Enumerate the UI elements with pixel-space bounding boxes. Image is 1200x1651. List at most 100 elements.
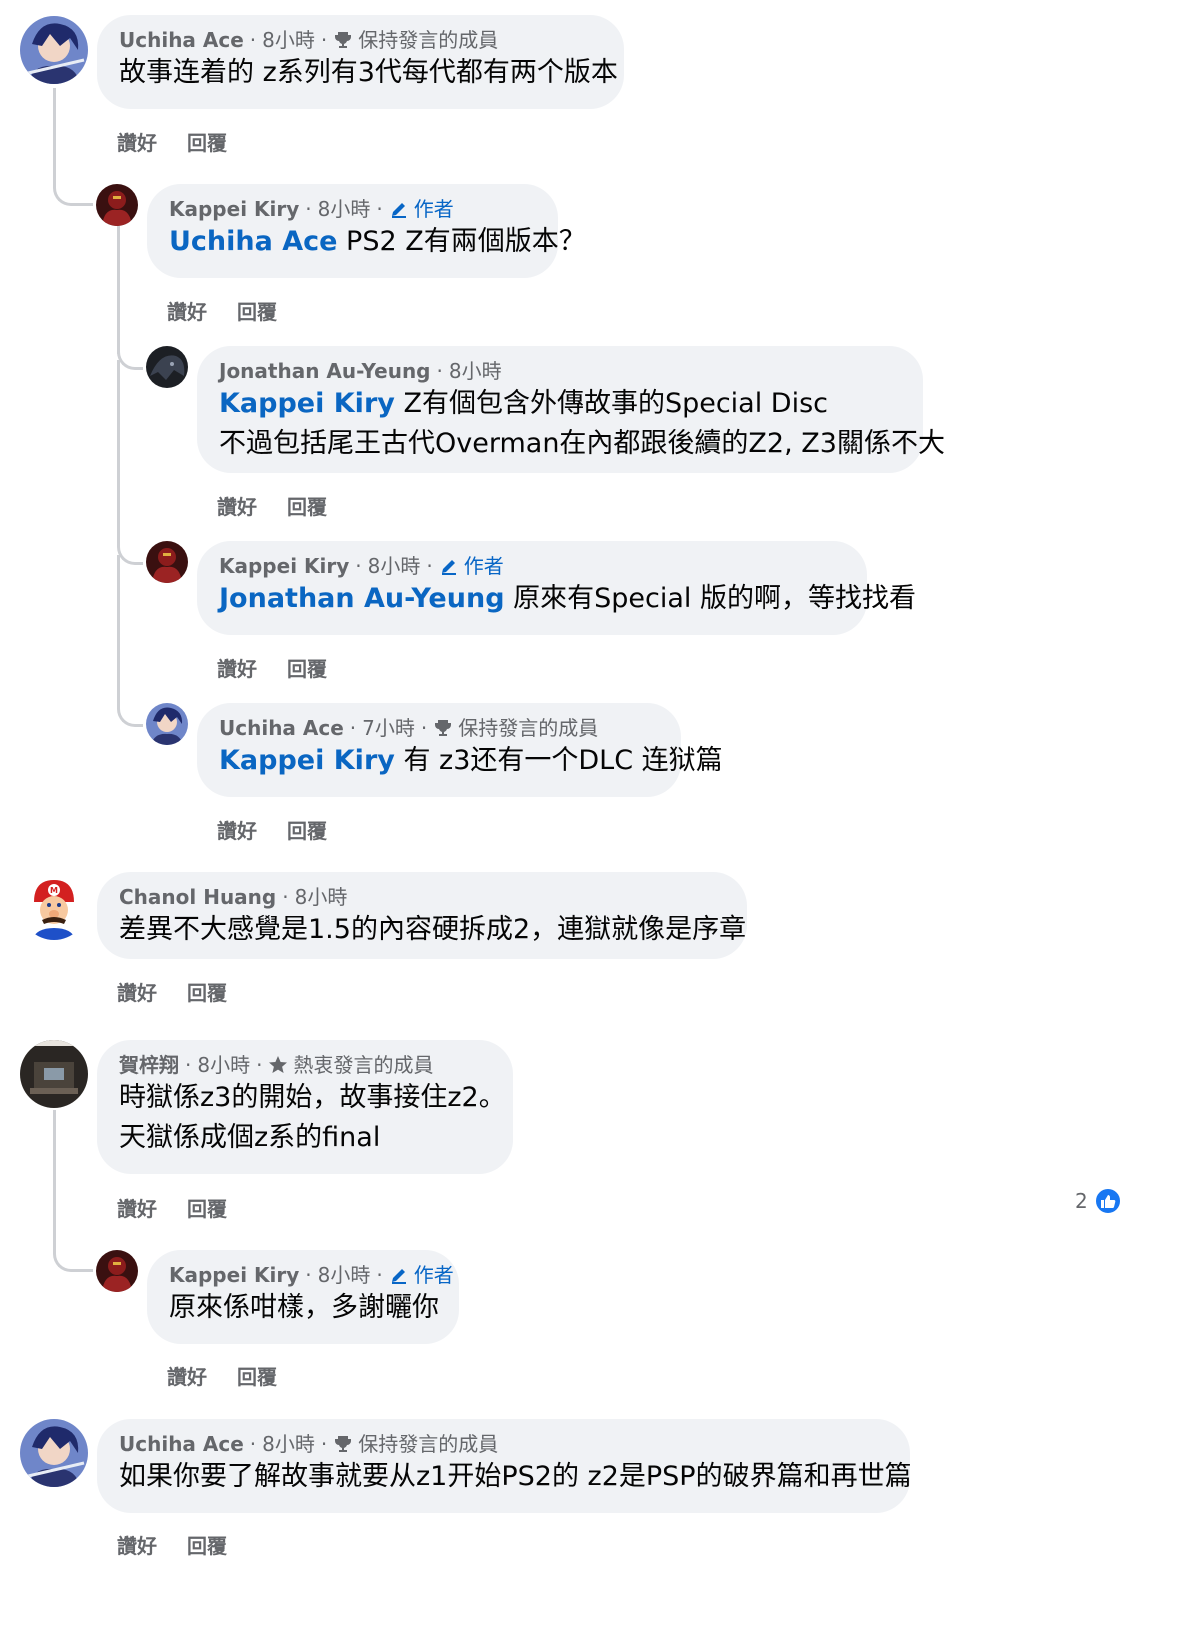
author-name[interactable]: Uchiha Ace bbox=[219, 715, 344, 741]
armored-knight-avatar-icon bbox=[146, 541, 188, 583]
comment-text-line2: 天獄係成個z系的final bbox=[119, 1122, 381, 1153]
comment-actions: 讚好 回覆 bbox=[217, 653, 327, 682]
pencil-icon bbox=[391, 203, 406, 218]
avatar[interactable] bbox=[146, 346, 188, 388]
like-button[interactable]: 讚好 bbox=[217, 491, 257, 520]
reply-button[interactable]: 回覆 bbox=[237, 296, 277, 325]
avatar[interactable] bbox=[20, 1419, 88, 1487]
mention-link[interactable]: Kappei Kiry bbox=[219, 745, 395, 776]
svg-text:M: M bbox=[50, 886, 58, 895]
comment-bubble: Uchiha Ace · 8小時 · 保持發言的成員 故事连着的 z系列有3代每… bbox=[97, 15, 624, 109]
anime-avatar-icon bbox=[20, 1419, 88, 1487]
member-badge: 保持發言的成員 bbox=[333, 1431, 498, 1457]
timestamp[interactable]: 8小時 bbox=[368, 553, 421, 579]
reply-button[interactable]: 回覆 bbox=[187, 977, 227, 1006]
comment-text: Uchiha Ace PS2 Z有兩個版本？ bbox=[169, 226, 586, 257]
avatar[interactable] bbox=[20, 1040, 88, 1108]
anime-avatar-icon bbox=[146, 703, 188, 745]
avatar[interactable] bbox=[96, 1250, 138, 1292]
timestamp[interactable]: 8小時 bbox=[262, 1431, 315, 1457]
comment-bubble: Jonathan Au-Yeung · 8小時 Kappei Kiry Z有個包… bbox=[197, 346, 945, 473]
like-button[interactable]: 讚好 bbox=[167, 296, 207, 325]
comment-actions: 讚好 回覆 bbox=[167, 1361, 277, 1390]
author-name[interactable]: Chanol Huang bbox=[119, 884, 276, 910]
timestamp[interactable]: 7小時 bbox=[362, 715, 415, 741]
member-badge: 保持發言的成員 bbox=[333, 27, 498, 53]
armored-knight-avatar-icon bbox=[96, 184, 138, 226]
reply-button[interactable]: 回覆 bbox=[187, 127, 227, 156]
author-name[interactable]: Uchiha Ace bbox=[119, 1431, 244, 1457]
comment-text: 差異不大感覺是1.5的內容硬拆成2，連獄就像是序章 bbox=[119, 914, 747, 945]
author-name[interactable]: 賀梓翔 bbox=[119, 1052, 179, 1078]
author-name[interactable]: Kappei Kiry bbox=[169, 1262, 299, 1288]
anime-avatar-icon bbox=[20, 16, 88, 84]
like-button[interactable]: 讚好 bbox=[117, 977, 157, 1006]
comment-text: Jonathan Au-Yeung 原來有Special 版的啊，等找找看 bbox=[219, 583, 916, 614]
reply-button[interactable]: 回覆 bbox=[287, 491, 327, 520]
comment-bubble: Kappei Kiry · 8小時 · 作者 Jonathan Au-Yeung… bbox=[197, 541, 916, 635]
mention-link[interactable]: Kappei Kiry bbox=[219, 388, 395, 419]
comment-actions: 讚好 回覆 bbox=[117, 1193, 227, 1222]
thread-connector bbox=[117, 360, 143, 565]
comment-text: 如果你要了解故事就要从z1开始PS2的 z2是PSP的破界篇和再世篇 bbox=[119, 1461, 912, 1492]
author-name[interactable]: Jonathan Au-Yeung bbox=[219, 358, 431, 384]
reply-button[interactable]: 回覆 bbox=[287, 653, 327, 682]
trophy-icon bbox=[335, 32, 352, 48]
avatar[interactable] bbox=[20, 16, 88, 84]
armored-knight-avatar-icon bbox=[96, 1250, 138, 1292]
mario-avatar-icon: M bbox=[20, 872, 88, 940]
author-badge: 作者 bbox=[389, 1262, 454, 1288]
trophy-icon bbox=[335, 1436, 352, 1452]
trophy-icon bbox=[435, 720, 452, 736]
like-button[interactable]: 讚好 bbox=[217, 653, 257, 682]
author-name[interactable]: Uchiha Ace bbox=[119, 27, 244, 53]
comment-text: 原來係咁樣，多謝曬你 bbox=[169, 1292, 439, 1323]
author-name[interactable]: Kappei Kiry bbox=[169, 196, 299, 222]
avatar[interactable] bbox=[146, 703, 188, 745]
pencil-icon bbox=[441, 560, 456, 575]
comment-actions: 讚好 回覆 bbox=[217, 491, 327, 520]
reply-button[interactable]: 回覆 bbox=[287, 815, 327, 844]
comment-bubble: Uchiha Ace · 8小時 · 保持發言的成員 如果你要了解故事就要从z1… bbox=[97, 1419, 912, 1513]
star-icon bbox=[269, 1056, 288, 1073]
timestamp[interactable]: 8小時 bbox=[318, 1262, 371, 1288]
reply-button[interactable]: 回覆 bbox=[187, 1193, 227, 1222]
like-button[interactable]: 讚好 bbox=[117, 1193, 157, 1222]
comment-bubble: 賀梓翔 · 8小時 · 熱衷發言的成員 時獄係z3的開始，故事接住z2。 天獄係… bbox=[97, 1040, 513, 1174]
timestamp[interactable]: 8小時 bbox=[295, 884, 348, 910]
reaction-count[interactable]: 2 bbox=[1075, 1187, 1122, 1215]
comment-bubble: Chanol Huang · 8小時 差異不大感覺是1.5的內容硬拆成2，連獄就… bbox=[97, 872, 747, 959]
author-name[interactable]: Kappei Kiry bbox=[219, 553, 349, 579]
reaction-count-number: 2 bbox=[1075, 1189, 1088, 1213]
like-button[interactable]: 讚好 bbox=[117, 127, 157, 156]
dark-creature-avatar-icon bbox=[146, 346, 188, 388]
avatar[interactable] bbox=[146, 541, 188, 583]
mention-link[interactable]: Uchiha Ace bbox=[169, 226, 337, 257]
comment-actions: 讚好 回覆 bbox=[217, 815, 327, 844]
mention-link[interactable]: Jonathan Au-Yeung bbox=[219, 583, 505, 614]
thread-connector bbox=[53, 160, 93, 206]
author-badge: 作者 bbox=[389, 196, 454, 222]
timestamp[interactable]: 8小時 bbox=[449, 358, 502, 384]
reply-button[interactable]: 回覆 bbox=[187, 1530, 227, 1559]
timestamp[interactable]: 8小時 bbox=[318, 196, 371, 222]
author-badge: 作者 bbox=[439, 553, 504, 579]
thread-connector bbox=[53, 1200, 93, 1272]
like-button[interactable]: 讚好 bbox=[217, 815, 257, 844]
timestamp[interactable]: 8小時 bbox=[262, 27, 315, 53]
comment-text-line2: 不過包括尾王古代Overman在內都跟後續的Z2, Z3關係不大 bbox=[219, 428, 945, 459]
comment-bubble: Uchiha Ace · 7小時 · 保持發言的成員 Kappei Kiry 有… bbox=[197, 703, 723, 797]
avatar[interactable] bbox=[96, 184, 138, 226]
avatar[interactable]: M bbox=[20, 872, 88, 940]
thread-connector bbox=[117, 555, 143, 727]
like-button[interactable]: 讚好 bbox=[117, 1530, 157, 1559]
reply-button[interactable]: 回覆 bbox=[237, 1361, 277, 1390]
timestamp[interactable]: 8小時 bbox=[197, 1052, 250, 1078]
comment-actions: 讚好 回覆 bbox=[117, 127, 227, 156]
thread-line bbox=[117, 226, 120, 354]
comment-bubble: Kappei Kiry · 8小時 · 作者 原來係咁樣，多謝曬你 bbox=[147, 1250, 459, 1344]
comment-actions: 讚好 回覆 bbox=[117, 1530, 227, 1559]
like-button[interactable]: 讚好 bbox=[167, 1361, 207, 1390]
member-badge: 熱衷發言的成員 bbox=[268, 1052, 433, 1078]
comment-actions: 讚好 回覆 bbox=[117, 977, 227, 1006]
